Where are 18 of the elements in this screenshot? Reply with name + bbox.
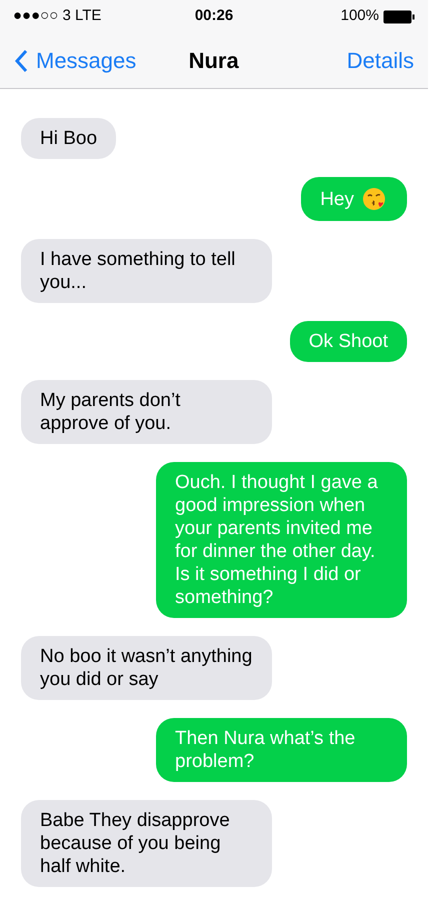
message-text: Babe They disapprove because of you being half white. xyxy=(40,809,231,878)
clock-time: 00:26 xyxy=(194,6,234,26)
message-text: Hi Boo xyxy=(40,127,98,150)
battery-icon xyxy=(383,10,415,24)
message-text: Ok Shoot xyxy=(308,330,388,353)
message-text: No boo it wasn’t anything you did or say xyxy=(40,645,253,691)
details-button[interactable]: Details xyxy=(291,44,414,77)
battery-percentage: 100% xyxy=(340,6,379,26)
message-text: My parents don’t approve of you. xyxy=(40,389,182,435)
message-text: Ouch. I thought I gave a good impression when your parents invited me for dinner the other day. Is it something I did or something? xyxy=(175,471,379,609)
back-label: Messages xyxy=(36,47,136,75)
back-button[interactable]: Messages xyxy=(14,44,136,77)
message-text: Hey xyxy=(320,188,354,210)
message-text: I have something to tell you... xyxy=(40,248,236,294)
carrier-signal: ●●●○○ 3 LTE xyxy=(13,6,102,26)
back-chevron-icon xyxy=(14,48,28,72)
message-text: Then Nura what’s the problem? xyxy=(175,727,356,773)
conversation-title: Nura xyxy=(188,47,239,75)
